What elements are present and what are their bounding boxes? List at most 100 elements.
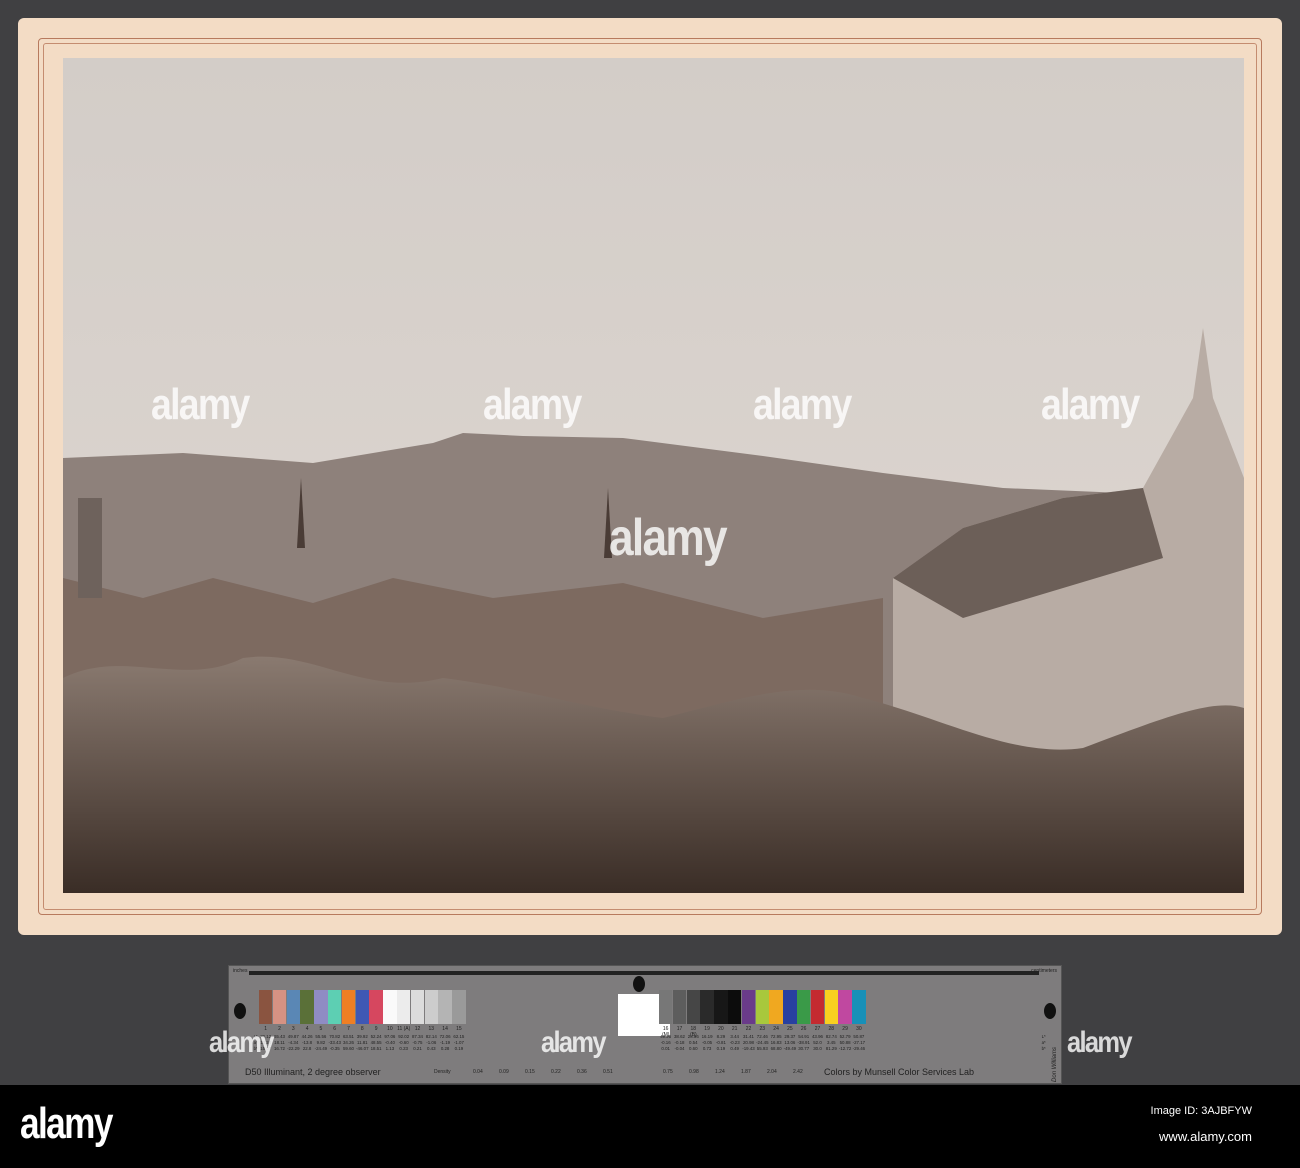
image-id: Image ID: 3AJBFYW	[1150, 1105, 1252, 1117]
density-value: 0.75	[663, 1069, 673, 1075]
lab-value: -46.07	[356, 1046, 369, 1051]
patch-number: 30	[856, 1026, 862, 1032]
color-patch	[783, 990, 797, 1024]
patch-number: 20	[718, 1026, 724, 1032]
signature: Don Williams	[1052, 1047, 1058, 1082]
color-patch	[686, 990, 700, 1024]
density-label: Density	[434, 1069, 451, 1075]
lab-value: 0.01	[661, 1046, 670, 1051]
lab-value: 30.77	[798, 1046, 810, 1051]
color-patch	[714, 990, 728, 1024]
patch-number: 23	[759, 1026, 766, 1032]
patch-number: 12	[414, 1026, 421, 1032]
lab-value: 0.21	[413, 1046, 422, 1051]
site-url[interactable]: www.alamy.com	[1159, 1129, 1252, 1144]
lab-value: 16.72	[273, 1046, 285, 1051]
patch-number: 22	[745, 1026, 752, 1032]
munsell-caption: Colors by Munsell Color Services Lab	[824, 1067, 975, 1077]
density-value: 2.42	[793, 1069, 803, 1075]
lab-value: 0.19	[716, 1046, 726, 1051]
watermark: alamy	[609, 509, 728, 567]
color-patch	[810, 990, 825, 1024]
patch-number: 24	[773, 1026, 779, 1032]
watermark: alamy	[209, 1026, 275, 1059]
color-patch	[755, 990, 769, 1024]
color-patch	[314, 990, 328, 1024]
lab-value: 81.29	[825, 1046, 837, 1051]
color-patch	[286, 990, 300, 1024]
lab-value: -49.49	[783, 1046, 797, 1051]
patch-number: 14	[442, 1026, 448, 1032]
density-value: 0.51	[603, 1069, 613, 1075]
color-patch	[659, 990, 673, 1024]
lab-value: 22.8	[302, 1046, 312, 1051]
color-patch	[838, 990, 852, 1024]
ruler	[249, 971, 1039, 975]
watermark: alamy	[151, 380, 250, 429]
color-patch	[355, 990, 369, 1024]
lab-value: -29.46	[852, 1046, 866, 1051]
lab-value: 18.51	[370, 1046, 382, 1051]
lab-value: 55.93	[756, 1046, 768, 1051]
patch-number: 3	[291, 1026, 295, 1032]
color-patch	[341, 990, 356, 1024]
density-value: 0.09	[499, 1069, 509, 1075]
color-patch	[797, 990, 811, 1024]
patch-number: 8	[360, 1026, 364, 1032]
lab-value: 0.60	[689, 1046, 698, 1051]
lab-value: -0.04	[674, 1046, 685, 1051]
footer-bar: alamy Image ID: 3AJBFYW www.alamy.com	[0, 1085, 1300, 1168]
color-patch	[383, 990, 397, 1024]
color-patch	[741, 990, 756, 1024]
patch-number: 17	[676, 1026, 683, 1032]
density-value: 1.87	[741, 1069, 751, 1075]
density-value: 0.98	[689, 1069, 699, 1075]
patch-number: 2	[278, 1026, 281, 1032]
lab-value: 30.0	[813, 1046, 822, 1051]
lab-value: -0.35	[329, 1046, 340, 1051]
color-patch	[300, 990, 314, 1024]
alamy-logo[interactable]: alamy	[20, 1099, 113, 1149]
patch-number: 27	[814, 1026, 821, 1032]
lab-value: 68.80	[770, 1046, 782, 1051]
density-value: 0.15	[525, 1069, 535, 1075]
color-calibration-chart: inches centimeters 1 39.12 13.24 15.07 2 65.4…	[209, 965, 1133, 1084]
patch-number: 9	[374, 1026, 378, 1032]
watermark: alamy	[541, 1026, 607, 1059]
patch-number: 4	[305, 1026, 309, 1032]
lab-value: 0.19	[454, 1046, 464, 1051]
color-patch	[259, 990, 273, 1024]
lab-value: -19.43	[742, 1046, 755, 1051]
color-patch	[769, 990, 783, 1024]
color-patch	[824, 990, 838, 1024]
chart-hole	[234, 1003, 246, 1019]
watermark: alamy	[1067, 1026, 1133, 1059]
color-patch	[424, 990, 438, 1024]
patch-number: 28	[828, 1026, 835, 1032]
chart-hole	[1044, 1003, 1056, 1019]
color-patch	[852, 990, 866, 1024]
lab-value: 0.49	[730, 1046, 739, 1051]
patch-number: 25	[787, 1026, 793, 1032]
patch-number: 6	[333, 1026, 337, 1032]
patch-number: 10	[387, 1026, 393, 1032]
lab-row-label: b*	[1041, 1046, 1046, 1051]
patch-number: 19	[704, 1026, 710, 1032]
density-value: 1.24	[715, 1069, 725, 1075]
patch-number: 21	[731, 1026, 738, 1032]
color-patch	[700, 990, 714, 1024]
color-patch	[728, 990, 742, 1024]
lab-value: 59.60	[342, 1046, 354, 1051]
lab-value: 0.23	[399, 1046, 408, 1051]
watermark: alamy	[1041, 380, 1140, 429]
patch-number: 11 (A)	[397, 1026, 411, 1032]
color-patch	[369, 990, 383, 1024]
patch-number: 13	[428, 1026, 435, 1032]
density-value: 0.04	[473, 1069, 483, 1075]
city-panorama-photo: alamy alamy alamy alamy alamy	[63, 58, 1244, 893]
color-patch	[328, 990, 342, 1024]
watermark: alamy	[753, 380, 852, 429]
color-patch	[272, 990, 287, 1024]
density-value: 0.36	[577, 1069, 587, 1075]
color-patch	[410, 990, 425, 1024]
